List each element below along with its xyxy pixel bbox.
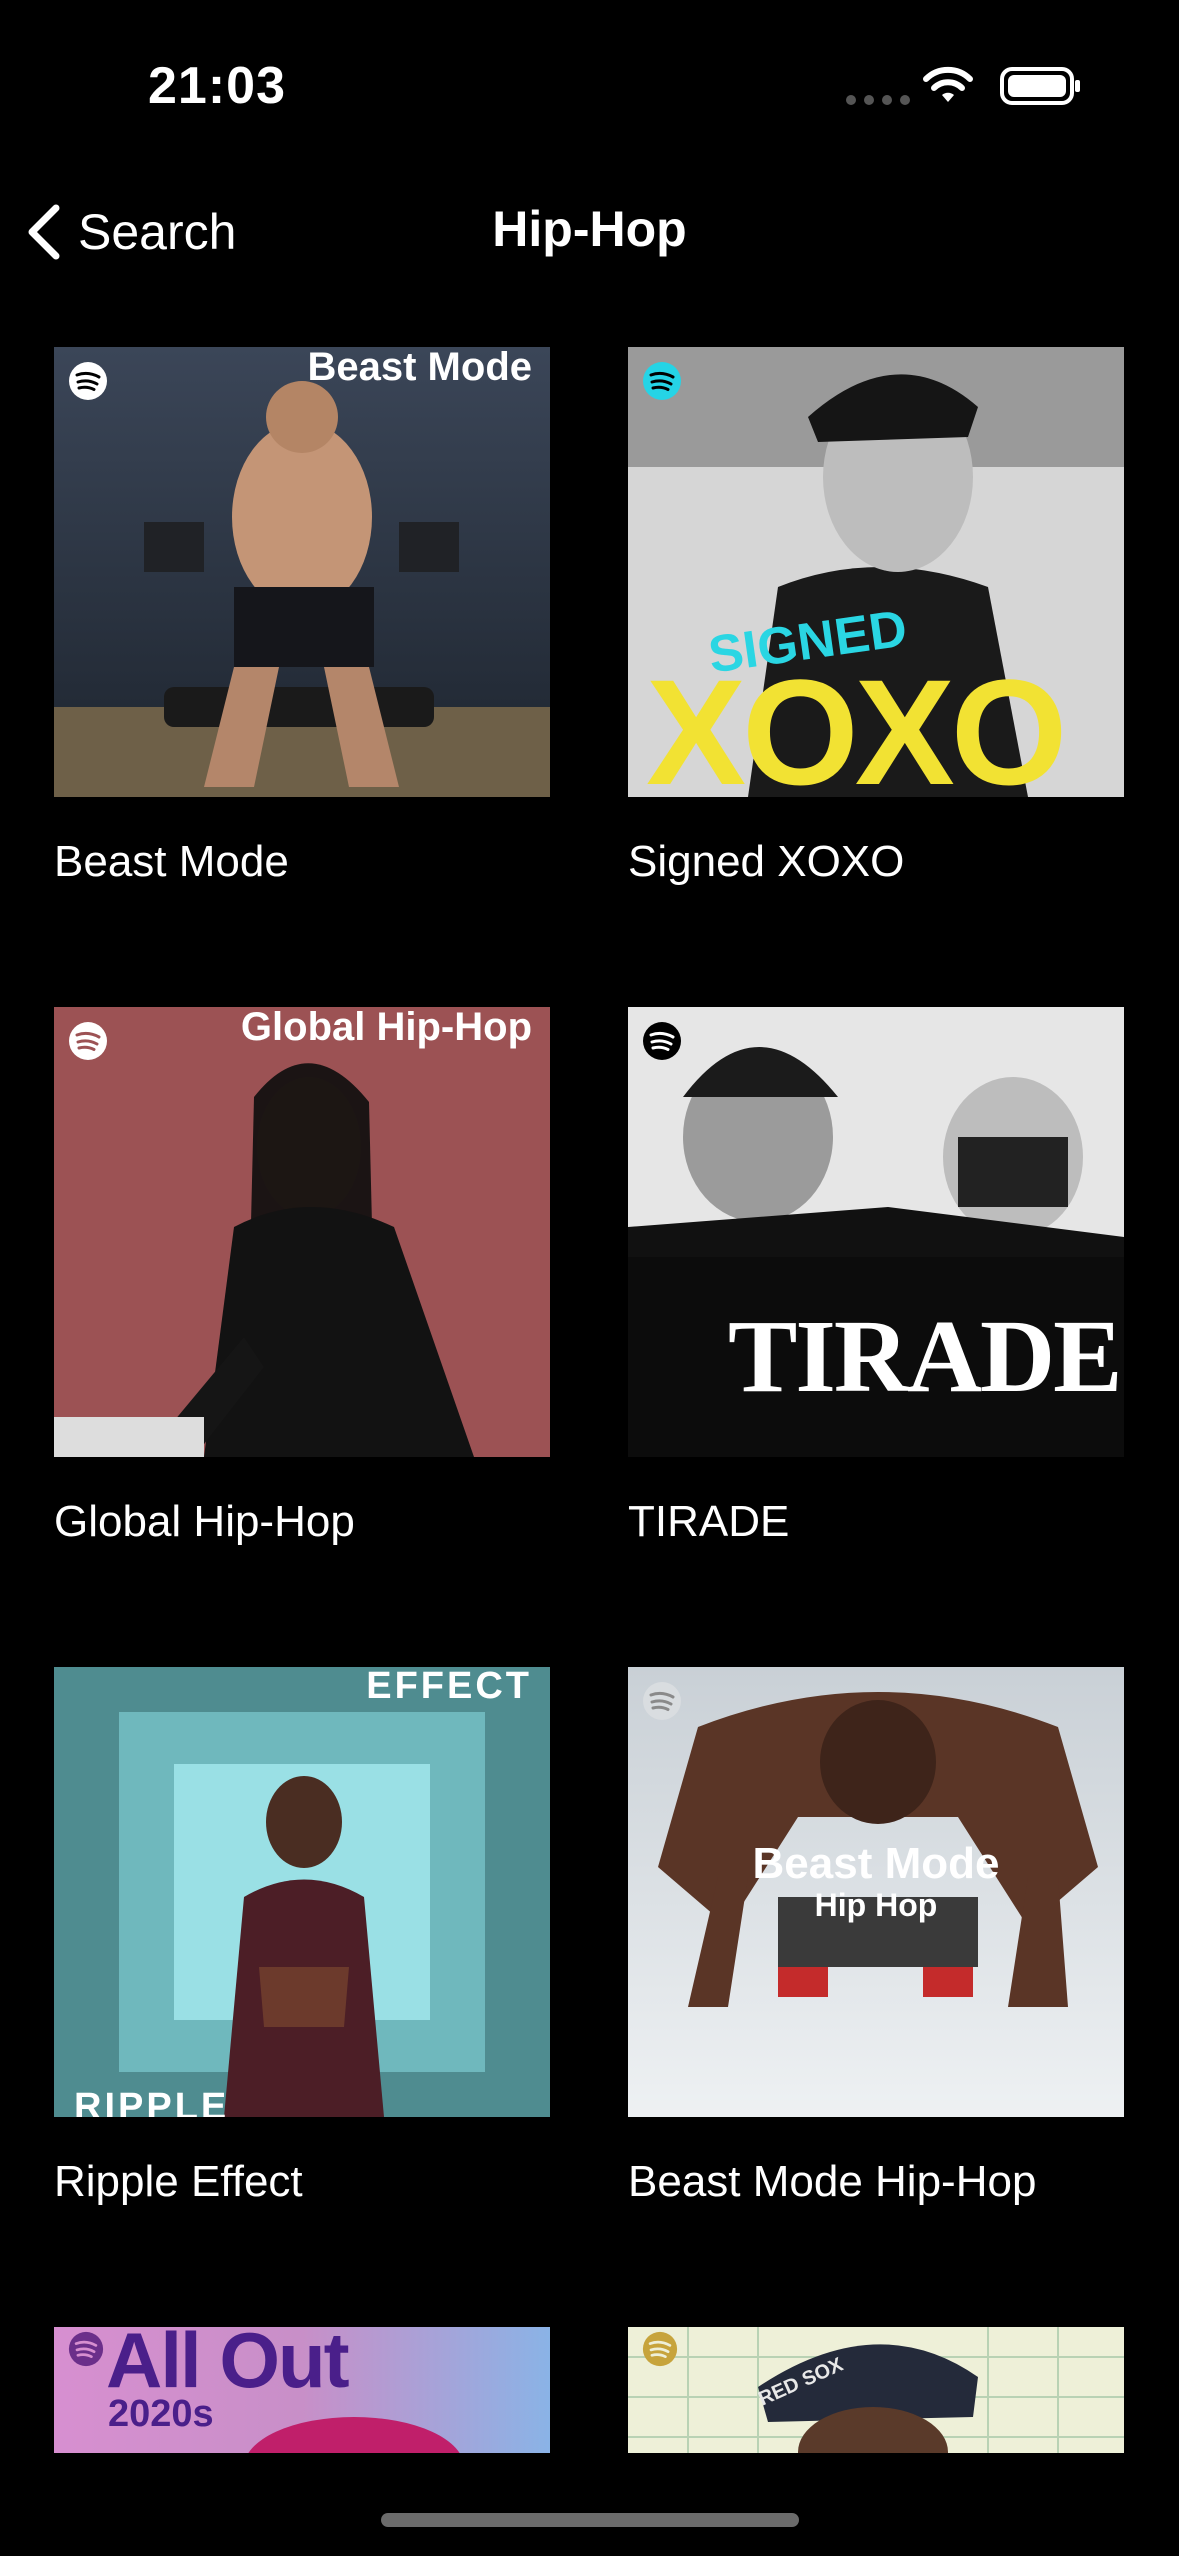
spotify-icon bbox=[642, 2331, 678, 2367]
spotify-icon bbox=[68, 2331, 104, 2367]
playlist-cover: TIRADE bbox=[628, 1007, 1124, 1457]
playlist-title: Beast Mode Hip-Hop bbox=[628, 2157, 1037, 2206]
status-time: 21:03 bbox=[148, 57, 286, 115]
playlist-cover: SIGNED XOXO bbox=[628, 347, 1124, 797]
playlist-cover: All Out 2020s bbox=[54, 2327, 550, 2453]
cover-title-xoxo: XOXO bbox=[646, 648, 1067, 797]
cover-title-effect: EFFECT bbox=[366, 1667, 532, 1707]
spotify-icon bbox=[69, 1022, 107, 1060]
cover-title: Global Hip-Hop bbox=[240, 1007, 532, 1049]
playlist-cover: Global Hip-Hop bbox=[54, 1007, 550, 1457]
playlist-cover: Beast Mode Hip Hop bbox=[628, 1667, 1124, 2117]
cover-title-ripple: RIPPLE bbox=[74, 2086, 230, 2117]
playlist-title: TIRADE bbox=[628, 1497, 790, 1546]
cover-title: TIRADE bbox=[728, 1299, 1123, 1414]
spotify-icon bbox=[643, 362, 681, 400]
playlist-cover: EFFECT RIPPLE bbox=[54, 1667, 550, 2117]
cover-subtitle: Hip Hop bbox=[814, 1887, 938, 1923]
status-bar: 21:03 bbox=[0, 0, 1179, 170]
battery-icon bbox=[1000, 67, 1080, 105]
playlist-tile-partial[interactable]: RED SOX bbox=[628, 2327, 1124, 2453]
spotify-icon bbox=[69, 362, 107, 400]
playlist-tile-beast-mode[interactable]: Beast Mode Beast Mode bbox=[54, 347, 550, 886]
playlist-title: Beast Mode bbox=[54, 837, 289, 886]
cover-subtitle: 2020s bbox=[108, 2393, 214, 2435]
spotify-icon bbox=[643, 1022, 681, 1060]
playlist-title: Signed XOXO bbox=[628, 837, 905, 886]
wifi-icon bbox=[923, 66, 973, 102]
playlist-tile-signed-xoxo[interactable]: SIGNED XOXO Signed XOXO bbox=[628, 347, 1124, 886]
cover-title: Beast Mode bbox=[307, 347, 533, 389]
playlist-tile-global-hip-hop[interactable]: Global Hip-Hop Global Hip-Hop bbox=[54, 1007, 550, 1546]
playlist-cover: Beast Mode bbox=[54, 347, 550, 797]
playlist-title: Global Hip-Hop bbox=[54, 1497, 355, 1546]
playlist-tile-all-out-2020s[interactable]: All Out 2020s bbox=[54, 2327, 550, 2453]
playlist-tile-tirade[interactable]: TIRADE TIRADE bbox=[628, 1007, 1124, 1546]
playlist-tile-beast-mode-hip-hop[interactable]: Beast Mode Hip Hop Beast Mode Hip-Hop bbox=[628, 1667, 1124, 2206]
cover-title: Beast Mode bbox=[752, 1839, 1000, 1888]
home-indicator[interactable] bbox=[381, 2513, 799, 2527]
playlist-cover: RED SOX bbox=[628, 2327, 1124, 2453]
navigation-bar: Search Hip-Hop bbox=[0, 170, 1179, 290]
page-title: Hip-Hop bbox=[492, 201, 687, 257]
cellular-signal-icon bbox=[846, 95, 910, 105]
spotify-icon bbox=[643, 1682, 681, 1720]
playlist-tile-ripple-effect[interactable]: EFFECT RIPPLE Ripple Effect bbox=[54, 1667, 550, 2206]
playlist-title: Ripple Effect bbox=[54, 2157, 303, 2206]
